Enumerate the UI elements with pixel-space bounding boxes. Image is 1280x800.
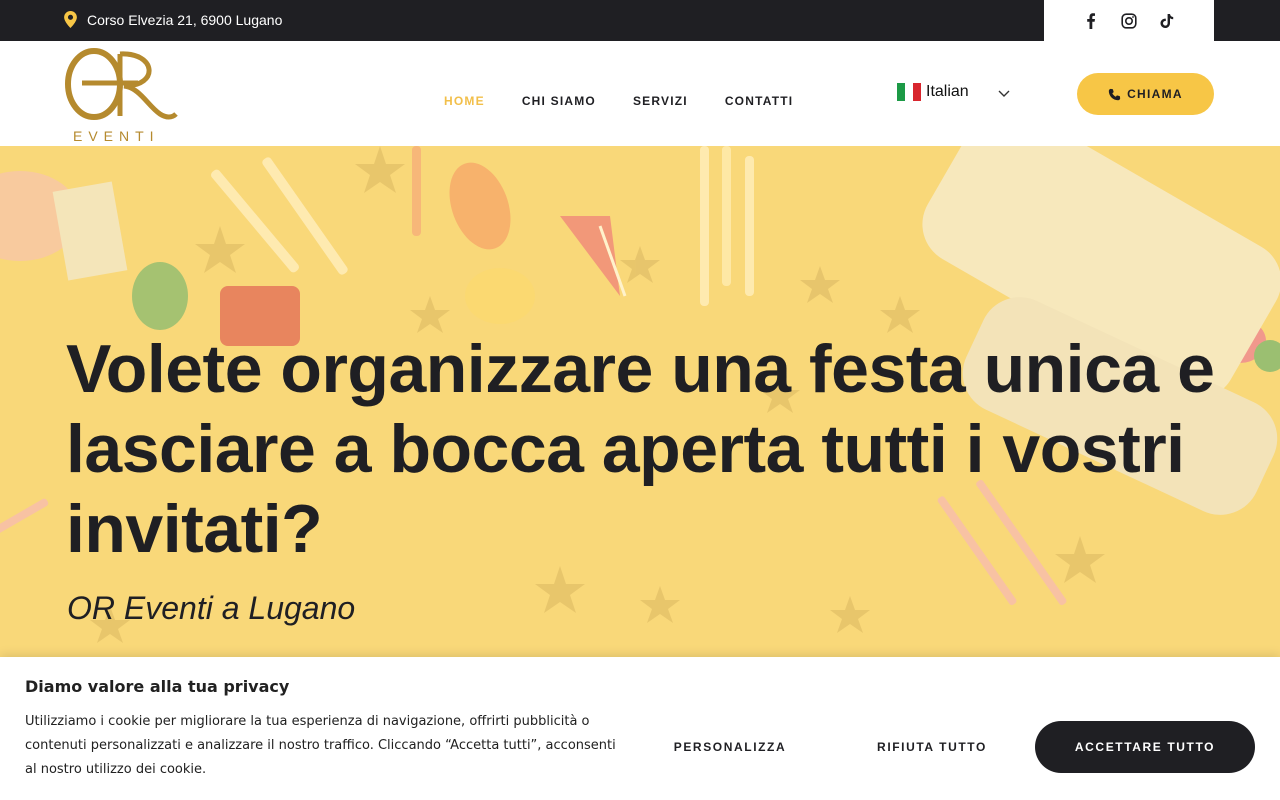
logo-wordmark: EVENTI (73, 128, 160, 144)
nav-chi-siamo[interactable]: CHI SIAMO (522, 94, 596, 108)
customize-button[interactable]: PERSONALIZZA (660, 721, 800, 773)
or-monogram-logo (65, 48, 178, 120)
call-button[interactable]: CHIAMA (1077, 73, 1214, 115)
italy-flag-icon (897, 83, 921, 101)
social-links (1044, 0, 1214, 41)
instagram-icon[interactable] (1121, 12, 1137, 29)
address: Corso Elvezia 21, 6900 Lugano (64, 11, 282, 28)
top-bar: Corso Elvezia 21, 6900 Lugano (0, 0, 1280, 41)
location-pin-icon (64, 11, 77, 28)
nav-contatti[interactable]: CONTATTI (725, 94, 793, 108)
main-nav: HOME CHI SIAMO SERVIZI CONTATTI (444, 94, 793, 108)
tiktok-icon[interactable] (1159, 13, 1175, 29)
address-text: Corso Elvezia 21, 6900 Lugano (87, 11, 283, 28)
facebook-icon[interactable] (1083, 12, 1099, 29)
hero-section: Volete organizzare una festa unica e las… (0, 146, 1280, 660)
nav-home[interactable]: HOME (444, 94, 485, 108)
hero-subtitle: OR Eventi a Lugano (67, 590, 356, 626)
cookie-title: Diamo valore alla tua privacy (25, 677, 290, 696)
hero-title: Volete organizzare una festa unica e las… (66, 331, 1215, 567)
call-label: CHIAMA (1127, 87, 1183, 101)
logo[interactable]: EVENTI (64, 46, 184, 144)
cookie-banner: Diamo valore alla tua privacy Utilizziam… (0, 657, 1280, 800)
phone-icon (1108, 88, 1121, 100)
language-label: Italian (926, 83, 969, 100)
chevron-down-icon (998, 90, 1010, 97)
language-selector[interactable]: Italian (897, 83, 1010, 101)
site-header: EVENTI HOME CHI SIAMO SERVIZI CONTATTI I… (0, 41, 1280, 146)
reject-all-button[interactable]: RIFIUTA TUTTO (862, 721, 1002, 773)
cookie-text: Utilizziamo i cookie per migliorare la t… (25, 714, 616, 777)
accept-all-button[interactable]: ACCETTARE TUTTO (1035, 721, 1255, 773)
nav-servizi[interactable]: SERVIZI (633, 94, 688, 108)
